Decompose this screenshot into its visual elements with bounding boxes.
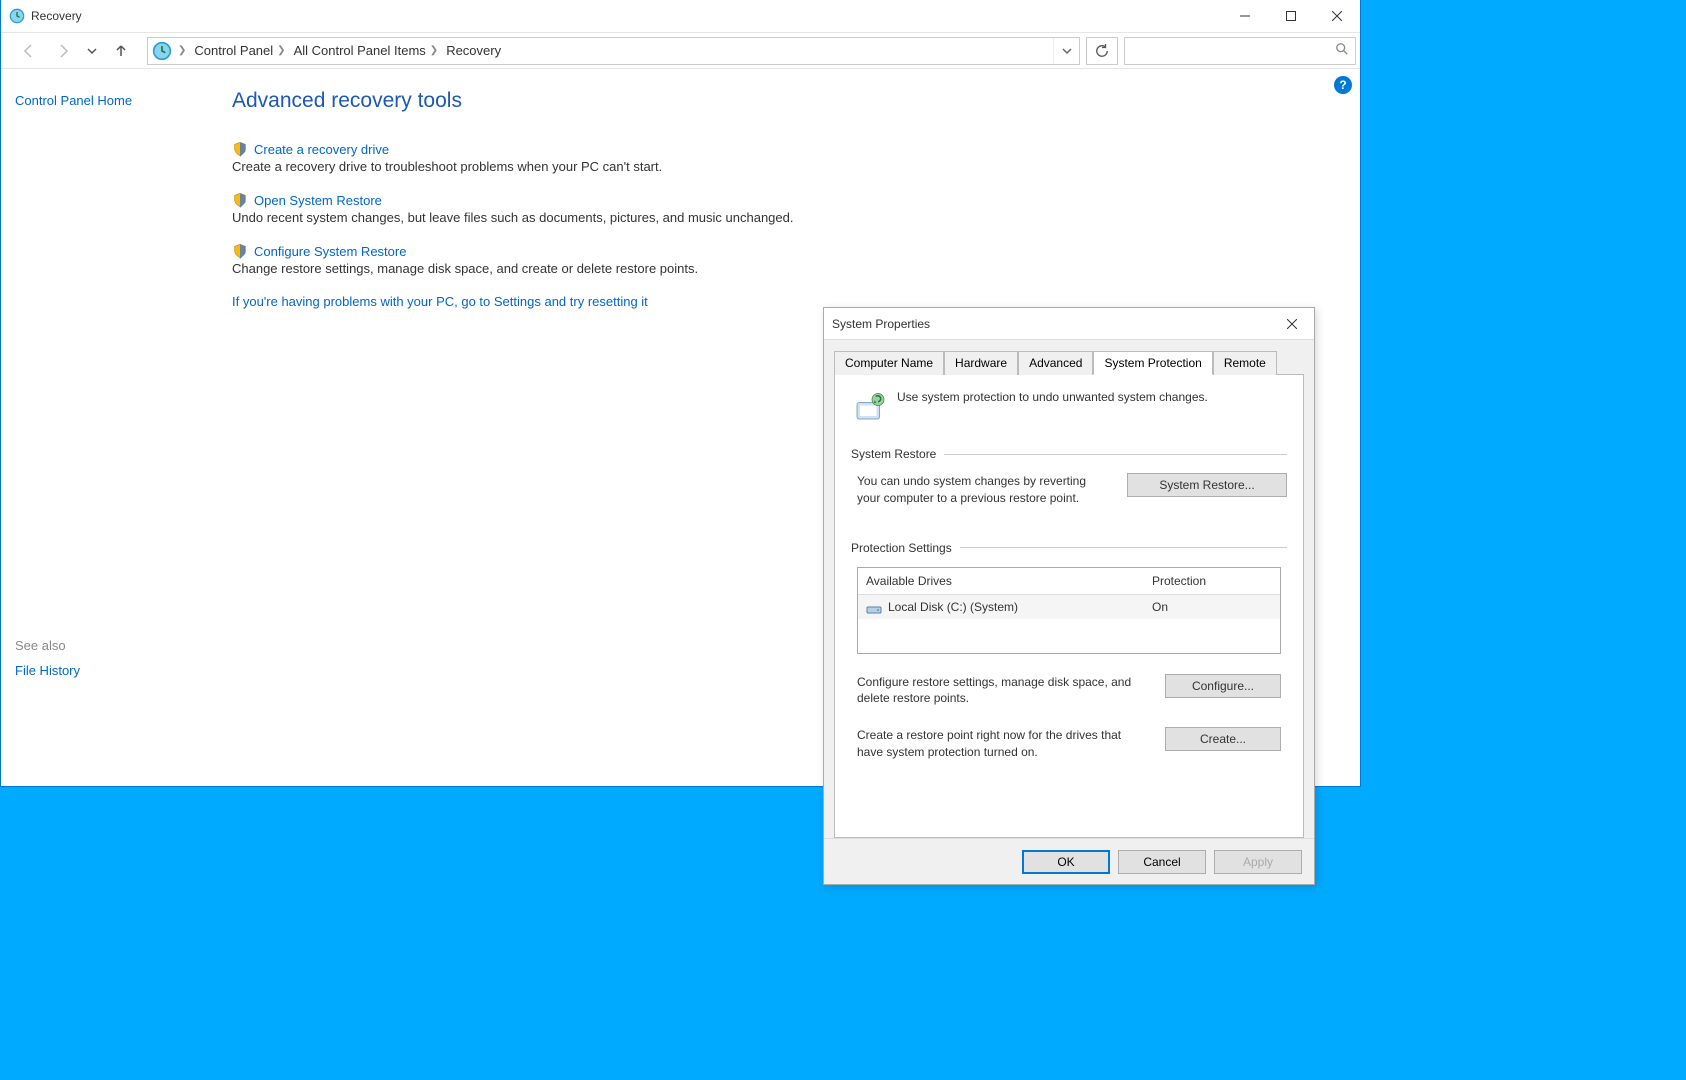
- control-panel-home-link[interactable]: Control Panel Home: [15, 93, 218, 108]
- dialog-buttons: OK Cancel Apply: [824, 838, 1314, 884]
- drive-row[interactable]: Local Disk (C:) (System) On: [858, 595, 1280, 619]
- search-icon: [1335, 42, 1349, 59]
- dialog-title: System Properties: [832, 317, 1278, 331]
- configure-button[interactable]: Configure...: [1165, 674, 1281, 698]
- breadcrumb-item[interactable]: All Control Panel Items: [288, 38, 428, 64]
- configure-description: Configure restore settings, manage disk …: [857, 674, 1149, 708]
- tool-item: Open System Restore Undo recent system c…: [232, 192, 1360, 225]
- drive-status: On: [1152, 600, 1272, 614]
- tab-computer-name[interactable]: Computer Name: [834, 351, 944, 375]
- recovery-icon: [152, 41, 172, 61]
- tab-remote[interactable]: Remote: [1213, 351, 1277, 375]
- refresh-button[interactable]: [1086, 37, 1118, 65]
- close-button[interactable]: [1314, 0, 1360, 32]
- chevron-right-icon[interactable]: ❯: [176, 45, 188, 56]
- search-input[interactable]: [1131, 44, 1335, 58]
- tool-description: Create a recovery drive to troubleshoot …: [232, 159, 1360, 174]
- tab-system-protection[interactable]: System Protection: [1093, 351, 1212, 375]
- drive-icon: [866, 599, 882, 615]
- cancel-button[interactable]: Cancel: [1118, 850, 1206, 874]
- column-header-protection: Protection: [1152, 574, 1272, 588]
- chevron-right-icon[interactable]: ❯: [275, 45, 287, 56]
- create-description: Create a restore point right now for the…: [857, 727, 1149, 761]
- apply-button[interactable]: Apply: [1214, 850, 1302, 874]
- back-button[interactable]: [15, 37, 43, 65]
- tool-item: Create a recovery drive Create a recover…: [232, 141, 1360, 174]
- address-dropdown[interactable]: [1053, 38, 1079, 64]
- breadcrumb-item[interactable]: Recovery: [440, 38, 503, 64]
- restore-description: You can undo system changes by reverting…: [857, 473, 1111, 507]
- maximize-button[interactable]: [1268, 0, 1314, 32]
- ok-button[interactable]: OK: [1022, 850, 1110, 874]
- recent-dropdown[interactable]: [83, 37, 101, 65]
- configure-system-restore-link[interactable]: Configure System Restore: [254, 244, 406, 259]
- minimize-button[interactable]: [1222, 0, 1268, 32]
- breadcrumb: ❯ Control Panel ❯ All Control Panel Item…: [176, 38, 1053, 64]
- group-label: Protection Settings: [851, 541, 952, 555]
- dialog-panel: Use system protection to undo unwanted s…: [834, 374, 1304, 838]
- tool-item: Configure System Restore Change restore …: [232, 243, 1360, 276]
- system-restore-button[interactable]: System Restore...: [1127, 473, 1287, 497]
- address-bar[interactable]: ❯ Control Panel ❯ All Control Panel Item…: [147, 37, 1080, 65]
- drives-table: Available Drives Protection Local Disk (…: [857, 567, 1281, 654]
- breadcrumb-item[interactable]: Control Panel: [188, 38, 275, 64]
- recovery-app-icon: [9, 8, 25, 24]
- system-protection-icon: [851, 389, 887, 425]
- create-button[interactable]: Create...: [1165, 727, 1281, 751]
- window-title: Recovery: [31, 9, 1222, 23]
- see-also-section: See also File History: [15, 638, 218, 678]
- tab-advanced[interactable]: Advanced: [1018, 351, 1093, 375]
- file-history-link[interactable]: File History: [15, 663, 218, 678]
- intro-text: Use system protection to undo unwanted s…: [897, 389, 1208, 425]
- shield-icon: [232, 141, 248, 157]
- dialog-titlebar: System Properties: [824, 308, 1314, 340]
- search-box[interactable]: [1124, 37, 1356, 65]
- forward-button[interactable]: [49, 37, 77, 65]
- chevron-right-icon[interactable]: ❯: [428, 45, 440, 56]
- page-heading: Advanced recovery tools: [232, 89, 1360, 113]
- titlebar: Recovery: [1, 0, 1360, 33]
- create-recovery-drive-link[interactable]: Create a recovery drive: [254, 142, 389, 157]
- drive-name: Local Disk (C:) (System): [888, 600, 1018, 614]
- see-also-label: See also: [15, 638, 218, 653]
- shield-icon: [232, 192, 248, 208]
- column-header-drives: Available Drives: [866, 574, 1152, 588]
- up-button[interactable]: [107, 37, 135, 65]
- group-label: System Restore: [851, 447, 936, 461]
- nav-row: ❯ Control Panel ❯ All Control Panel Item…: [1, 33, 1360, 69]
- open-system-restore-link[interactable]: Open System Restore: [254, 193, 382, 208]
- tool-description: Undo recent system changes, but leave fi…: [232, 210, 1360, 225]
- system-properties-dialog: System Properties Computer Name Hardware…: [823, 307, 1315, 885]
- shield-icon: [232, 243, 248, 259]
- dialog-close-button[interactable]: [1278, 312, 1306, 336]
- dialog-tabs: Computer Name Hardware Advanced System P…: [824, 340, 1314, 374]
- left-column: Control Panel Home See also File History: [1, 69, 232, 785]
- tool-description: Change restore settings, manage disk spa…: [232, 261, 1360, 276]
- tab-hardware[interactable]: Hardware: [944, 351, 1018, 375]
